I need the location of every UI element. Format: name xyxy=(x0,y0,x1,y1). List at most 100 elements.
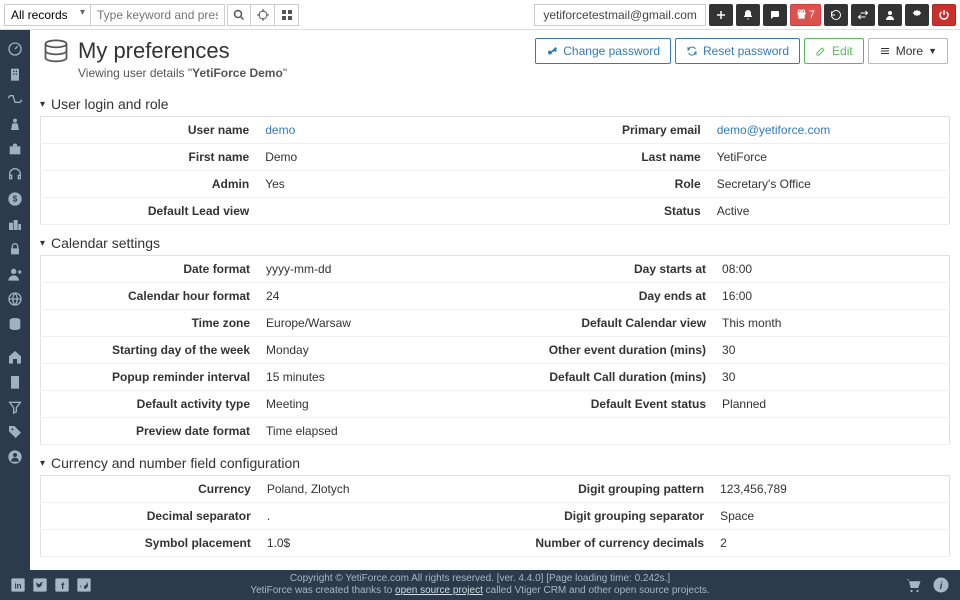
section-currency-title[interactable]: ▾Currency and number field configuration xyxy=(40,449,950,475)
transfer-button[interactable] xyxy=(851,4,875,26)
nav-home[interactable] xyxy=(0,344,30,369)
calendar-table: Date formatyyyy-mm-ddDay starts at08:00C… xyxy=(40,255,950,445)
field-label: First name xyxy=(41,144,258,171)
records-selector[interactable]: All records xyxy=(4,4,91,26)
field-label: Default activity type xyxy=(41,391,259,418)
gauge-icon xyxy=(7,41,23,57)
search-input[interactable] xyxy=(91,4,225,26)
power-button[interactable] xyxy=(932,4,956,26)
field-value: Planned xyxy=(714,391,949,418)
topbar: All records yetiforcetestmail@gmail.com xyxy=(0,0,960,30)
field-row: Decimal separator.Digit grouping separat… xyxy=(41,503,950,530)
search-button[interactable] xyxy=(227,4,251,26)
field-row: AdminYesRoleSecretary's Office xyxy=(41,171,950,198)
section-calendar-title[interactable]: ▾Calendar settings xyxy=(40,229,950,255)
history-button[interactable] xyxy=(824,4,848,26)
field-value[interactable]: demo xyxy=(257,117,491,144)
field-value: Secretary's Office xyxy=(709,171,950,198)
nav-filter[interactable] xyxy=(0,394,30,419)
history-icon xyxy=(830,9,842,21)
field-label: Date format xyxy=(41,256,259,283)
nav-lock[interactable] xyxy=(0,236,30,261)
power-icon xyxy=(938,9,950,21)
field-row: Starting day of the weekMondayOther even… xyxy=(41,337,950,364)
opensource-link[interactable]: open source project xyxy=(395,585,483,596)
field-label: Calendar hour format xyxy=(41,283,259,310)
field-row: User namedemoPrimary emaildemo@yetiforce… xyxy=(41,117,950,144)
notifications-button[interactable] xyxy=(736,4,760,26)
nav-building3[interactable] xyxy=(0,369,30,394)
change-password-button[interactable]: Change password xyxy=(535,38,671,64)
nav-briefcase[interactable] xyxy=(0,136,30,161)
field-label: Number of currency decimals xyxy=(494,530,712,557)
field-row: Default activity typeMeetingDefault Even… xyxy=(41,391,950,418)
field-row: Default Lead viewStatusActive xyxy=(41,198,950,225)
field-label: Decimal separator xyxy=(41,503,259,530)
pencil-icon xyxy=(815,45,827,57)
field-label: Digit grouping pattern xyxy=(494,476,712,503)
nav-user2[interactable] xyxy=(0,444,30,469)
grid-icon xyxy=(281,9,293,21)
swap-icon xyxy=(857,9,869,21)
field-label: Status xyxy=(492,198,709,225)
email-display[interactable]: yetiforcetestmail@gmail.com xyxy=(534,4,706,26)
add-button[interactable] xyxy=(709,4,733,26)
chat-button[interactable] xyxy=(763,4,787,26)
info-icon[interactable]: i xyxy=(932,576,950,594)
svg-text:i: i xyxy=(940,581,943,592)
settings-button[interactable] xyxy=(905,4,929,26)
field-value: Demo xyxy=(257,144,491,171)
cart-icon[interactable] xyxy=(904,576,922,594)
field-row: Time zoneEurope/WarsawDefault Calendar v… xyxy=(41,310,950,337)
plus-icon xyxy=(715,9,727,21)
linkedin-icon[interactable]: in xyxy=(10,577,26,593)
calendar-badge-button[interactable]: 7 xyxy=(790,4,821,26)
user-button[interactable] xyxy=(878,4,902,26)
nav-finance[interactable]: $ xyxy=(0,186,30,211)
tag-icon xyxy=(7,424,23,440)
field-label: Role xyxy=(492,171,709,198)
field-value: Active xyxy=(709,198,950,225)
field-label: Preview date format xyxy=(41,418,259,445)
field-label: Other event duration (mins) xyxy=(497,337,714,364)
headset-icon xyxy=(7,166,23,182)
building2-icon xyxy=(7,374,23,390)
nav-adduser[interactable] xyxy=(0,261,30,286)
field-value: . xyxy=(259,503,494,530)
reset-password-button[interactable]: Reset password xyxy=(675,38,800,64)
field-label: Currency xyxy=(41,476,259,503)
nav-support[interactable] xyxy=(0,161,30,186)
nav-chess[interactable] xyxy=(0,111,30,136)
field-value[interactable]: demo@yetiforce.com xyxy=(709,117,950,144)
grid-button[interactable] xyxy=(275,4,299,26)
section-login-title[interactable]: ▾User login and role xyxy=(40,90,950,116)
nav-database[interactable] xyxy=(0,311,30,336)
more-button[interactable]: More▼ xyxy=(868,38,948,64)
bell-icon xyxy=(742,9,754,21)
refresh-icon xyxy=(686,45,698,57)
page-subtitle: Viewing user details "YetiForce Demo" xyxy=(78,66,287,80)
target-button[interactable] xyxy=(251,4,275,26)
chevron-down-icon: ▾ xyxy=(40,238,45,249)
field-label: Day starts at xyxy=(497,256,714,283)
nav-process[interactable] xyxy=(0,86,30,111)
crosshair-icon xyxy=(257,9,269,21)
nav-buildings2[interactable] xyxy=(0,211,30,236)
search-icon xyxy=(233,9,245,21)
github-icon[interactable] xyxy=(76,577,92,593)
field-label: Default Calendar view xyxy=(497,310,714,337)
nav-dashboard[interactable] xyxy=(0,36,30,61)
edit-button[interactable]: Edit xyxy=(804,38,864,64)
field-row: Preview date formatTime elapsed xyxy=(41,418,950,445)
field-value: 15 minutes xyxy=(258,364,497,391)
twitter-icon[interactable] xyxy=(32,577,48,593)
field-value: Yes xyxy=(257,171,491,198)
nav-global[interactable] xyxy=(0,286,30,311)
field-value: Space xyxy=(712,503,949,530)
nav-companies[interactable] xyxy=(0,61,30,86)
footer: in f Copyright © YetiForce.com All right… xyxy=(0,570,960,600)
nav-tag[interactable] xyxy=(0,419,30,444)
facebook-icon[interactable]: f xyxy=(54,577,70,593)
field-value: 08:00 xyxy=(714,256,949,283)
page-title: My preferences xyxy=(78,38,287,64)
